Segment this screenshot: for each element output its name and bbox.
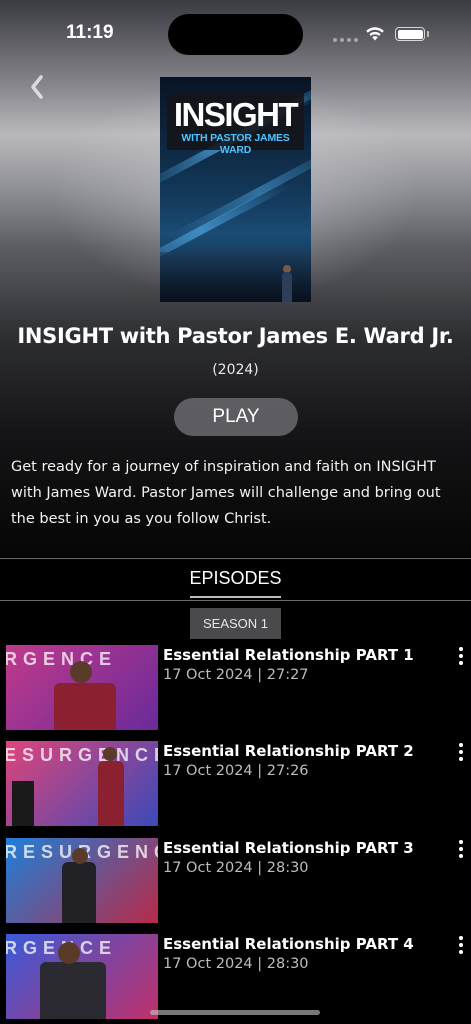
- episode-meta: 17 Oct 2024 | 27:27: [163, 667, 309, 683]
- speaker-figure: [40, 962, 106, 1019]
- back-button[interactable]: [22, 70, 52, 104]
- divider: [0, 600, 471, 601]
- status-time: 11:19: [66, 22, 114, 43]
- battery-nub: [427, 31, 429, 37]
- season-selector[interactable]: SEASON 1: [190, 608, 281, 639]
- show-description: Get ready for a journey of inspiration a…: [11, 459, 441, 527]
- more-options-icon[interactable]: [452, 741, 470, 763]
- episode-thumbnail[interactable]: RGENCE: [6, 645, 158, 730]
- chevron-left-icon: [31, 75, 43, 99]
- poster-subtitle: WITH PASTOR JAMES WARD: [181, 132, 290, 156]
- speaker-figure: [98, 761, 124, 826]
- divider: [0, 558, 471, 559]
- dynamic-island: [168, 14, 303, 55]
- episode-meta: 17 Oct 2024 | 27:26: [163, 763, 309, 779]
- poster-title: INSIGHT: [173, 96, 299, 133]
- speaker-figure: [62, 862, 96, 923]
- thumbnail-banner: RGENCE: [6, 649, 118, 669]
- episode-thumbnail[interactable]: ESURGENCE: [6, 741, 158, 826]
- show-title: INSIGHT with Pastor James E. Ward Jr.: [17, 324, 454, 348]
- more-options-icon[interactable]: [452, 838, 470, 860]
- episode-thumbnail[interactable]: RESURGENCE: [6, 838, 158, 923]
- episode-meta: 17 Oct 2024 | 28:30: [163, 956, 309, 972]
- tab-underline: [190, 596, 281, 598]
- more-options-icon[interactable]: [452, 645, 470, 667]
- episode-row[interactable]: RGENCE Essential Relationship PART 1 17 Oc…: [0, 645, 471, 735]
- home-indicator[interactable]: [150, 1010, 320, 1015]
- battery-icon: [395, 27, 425, 41]
- thumbnail-banner: ESURGENCE: [6, 745, 158, 765]
- more-options-icon[interactable]: [452, 934, 470, 956]
- poster-title-box: INSIGHT WITH PASTOR JAMES WARD: [167, 94, 304, 156]
- speaker-head: [103, 747, 117, 761]
- speaker-head: [72, 848, 88, 864]
- episode-thumbnail[interactable]: RGENCE: [6, 934, 158, 1019]
- episode-meta: 17 Oct 2024 | 28:30: [163, 860, 309, 876]
- show-year: (2024): [212, 362, 259, 378]
- play-button[interactable]: PLAY: [174, 398, 298, 436]
- speaker-head: [70, 661, 92, 683]
- episode-title: Essential Relationship PART 3: [163, 839, 414, 857]
- speaker-figure: [54, 683, 116, 730]
- cellular-signal-icon: [333, 38, 358, 42]
- speaker-head: [58, 942, 80, 964]
- episode-title: Essential Relationship PART 2: [163, 742, 414, 760]
- episode-title: Essential Relationship PART 4: [163, 935, 414, 953]
- episode-row[interactable]: RESURGENCE Essential Relationship PART 3 1…: [0, 838, 471, 928]
- episode-row[interactable]: ESURGENCE Essential Relationship PART 2 17…: [0, 741, 471, 831]
- tab-episodes[interactable]: EPISODES: [0, 568, 471, 589]
- podium: [12, 781, 34, 826]
- wifi-icon: [366, 27, 384, 41]
- show-poster: INSIGHT WITH PASTOR JAMES WARD: [160, 77, 311, 302]
- episode-title: Essential Relationship PART 1: [163, 646, 414, 664]
